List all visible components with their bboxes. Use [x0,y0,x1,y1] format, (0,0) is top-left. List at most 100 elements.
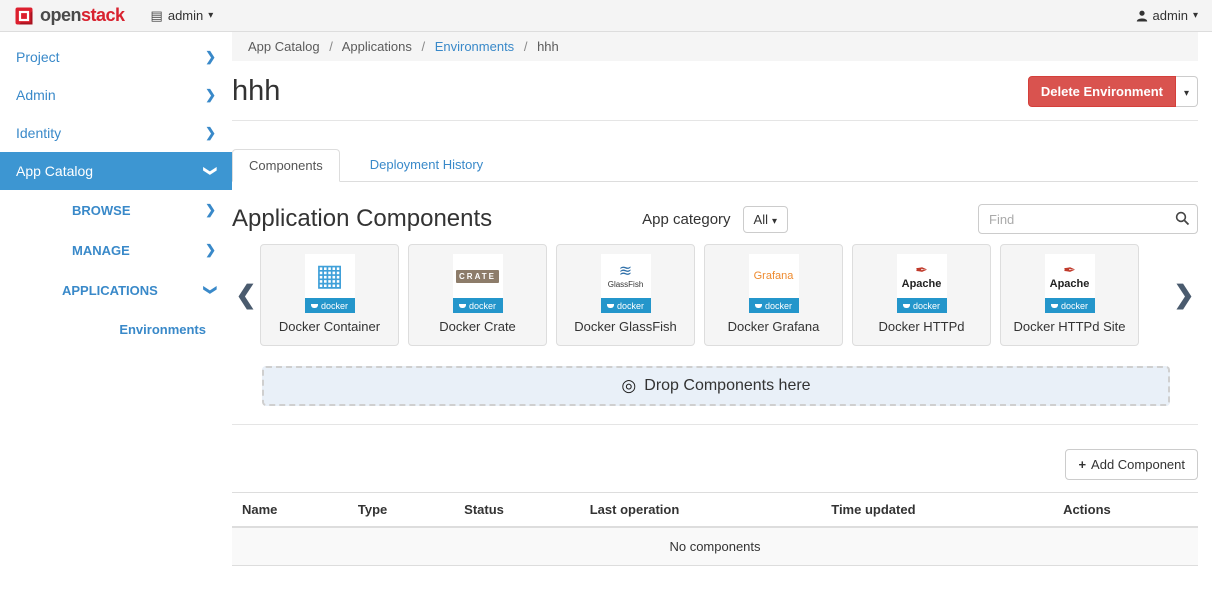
sidebar-item-browse[interactable]: BROWSE ❯ [0,190,232,230]
component-card-docker-crate[interactable]: CRATE docker Docker Crate [408,244,547,346]
sidebar-item-label: MANAGE [72,243,130,258]
app-logo-icon: ✒ [915,263,928,278]
app-category-dropdown[interactable]: All▾ [743,206,788,233]
component-card-label: Docker Grafana [728,319,820,334]
chevron-down-icon: ❯ [203,166,219,177]
user-icon [1136,10,1148,22]
sidebar-item-applications[interactable]: APPLICATIONS ❯ [0,270,232,310]
docker-whale-icon [903,304,910,308]
component-icon: CRATE docker [453,254,503,313]
empty-table-message: No components [232,527,1198,566]
component-icon: Grafana docker [749,254,799,313]
search-icon[interactable] [1175,211,1190,226]
tab-bar: Components Deployment History [232,149,1198,182]
breadcrumb-current: hhh [537,39,559,54]
sidebar-item-project[interactable]: Project ❯ [0,38,232,76]
docker-banner: docker [897,298,947,313]
component-icon: ✒Apache docker [1045,254,1095,313]
chevron-right-icon: ❯ [205,202,216,218]
chevron-right-icon: ❯ [205,125,216,141]
brand-wordmark: openstack [40,5,125,26]
column-header-type: Type [348,493,454,528]
empty-table-row: No components [232,527,1198,566]
drop-components-zone[interactable]: ◎ Drop Components here [262,366,1170,406]
sidebar-item-app-catalog[interactable]: App Catalog ❯ [0,152,232,190]
component-card-docker-glassfish[interactable]: ≋GlassFish docker Docker GlassFish [556,244,695,346]
component-card-docker-container[interactable]: ▦ docker Docker Container [260,244,399,346]
component-card-label: Docker Crate [439,319,516,334]
title-divider [232,120,1198,121]
plus-icon: + [1078,457,1086,472]
component-icon: ▦ docker [305,254,355,313]
chevron-right-icon: ❯ [205,87,216,103]
table-header-row: Name Type Status Last operation Time upd… [232,493,1198,528]
dropzone-label: Drop Components here [644,377,810,395]
breadcrumb-environments[interactable]: Environments [435,39,514,54]
app-logo-caption: Apache [902,278,942,290]
add-component-label: Add Component [1091,457,1185,472]
sidebar-item-admin[interactable]: Admin ❯ [0,76,232,114]
user-dropdown[interactable]: admin ▾ [1136,8,1198,23]
delete-environment-caret-button[interactable]: ▾ [1176,76,1198,107]
breadcrumb-separator: / [421,39,425,54]
components-table: Name Type Status Last operation Time upd… [232,492,1198,566]
domain-icon: ▤ [151,8,163,24]
tab-components[interactable]: Components [232,149,340,182]
tab-deployment-history[interactable]: Deployment History [354,149,499,182]
component-card-label: Docker HTTPd [879,319,965,334]
add-component-button[interactable]: + Add Component [1065,449,1198,480]
sidebar-item-manage[interactable]: MANAGE ❯ [0,230,232,270]
carousel-track: ▦ docker Docker Container CRATE docker D… [260,244,1170,346]
chevron-down-icon: ❯ [203,285,219,296]
component-card-label: Docker GlassFish [574,319,677,334]
docker-banner: docker [601,298,651,313]
delete-environment-button[interactable]: Delete Environment [1028,76,1176,107]
sidebar-item-label: APPLICATIONS [62,283,158,298]
app-logo-caption: Grafana [754,270,794,282]
docker-whale-icon [459,304,466,308]
component-icon: ✒Apache docker [897,254,947,313]
component-card-docker-httpd[interactable]: ✒Apache docker Docker HTTPd [852,244,991,346]
column-header-last-operation: Last operation [580,493,822,528]
docker-whale-icon [755,304,762,308]
breadcrumb-separator: / [329,39,333,54]
delete-environment-button-group: Delete Environment ▾ [1028,76,1198,107]
component-card-label: Docker Container [279,319,380,334]
app-logo-caption: Apache [1050,278,1090,290]
docker-banner: docker [1045,298,1095,313]
docker-whale-icon [1051,304,1058,308]
sidebar-item-environments[interactable]: Environments [0,310,232,349]
find-input[interactable] [978,204,1198,234]
column-header-name: Name [232,493,348,528]
component-card-docker-httpd-site[interactable]: ✒Apache docker Docker HTTPd Site [1000,244,1139,346]
main-content: App Catalog / Applications / Environment… [232,32,1212,592]
caret-down-icon: ▾ [208,10,213,21]
sidebar-item-identity[interactable]: Identity ❯ [0,114,232,152]
docker-banner: docker [749,298,799,313]
app-logo-icon: ✒ [1063,263,1076,278]
column-header-time-updated: Time updated [821,493,1053,528]
app-logo-caption: CRATE [456,270,499,283]
app-logo-icon: ≋ [619,264,632,280]
page-title: hhh [232,75,280,108]
openstack-logo[interactable]: openstack [14,5,125,26]
breadcrumb-separator: / [524,39,528,54]
column-header-actions: Actions [1053,493,1198,528]
chevron-right-icon: ❯ [205,242,216,258]
column-header-status: Status [454,493,580,528]
section-divider [232,424,1198,425]
sidebar: Project ❯ Admin ❯ Identity ❯ App Catalog… [0,32,232,592]
carousel-next-button[interactable]: ❯ [1170,283,1198,308]
docker-whale-icon [311,304,318,308]
domain-dropdown[interactable]: ▤ admin ▾ [151,8,214,24]
docker-whale-icon [607,304,614,308]
breadcrumb-applications[interactable]: Applications [342,39,412,54]
breadcrumb-app-catalog[interactable]: App Catalog [248,39,320,54]
components-carousel: ❮ ▦ docker Docker Container CRATE docker… [232,244,1198,346]
docker-banner: docker [453,298,503,313]
carousel-prev-button[interactable]: ❮ [232,283,260,308]
component-card-docker-grafana[interactable]: Grafana docker Docker Grafana [704,244,843,346]
caret-down-icon: ▾ [772,216,777,227]
sidebar-item-label: Admin [16,87,56,103]
caret-down-icon: ▾ [1193,10,1198,21]
